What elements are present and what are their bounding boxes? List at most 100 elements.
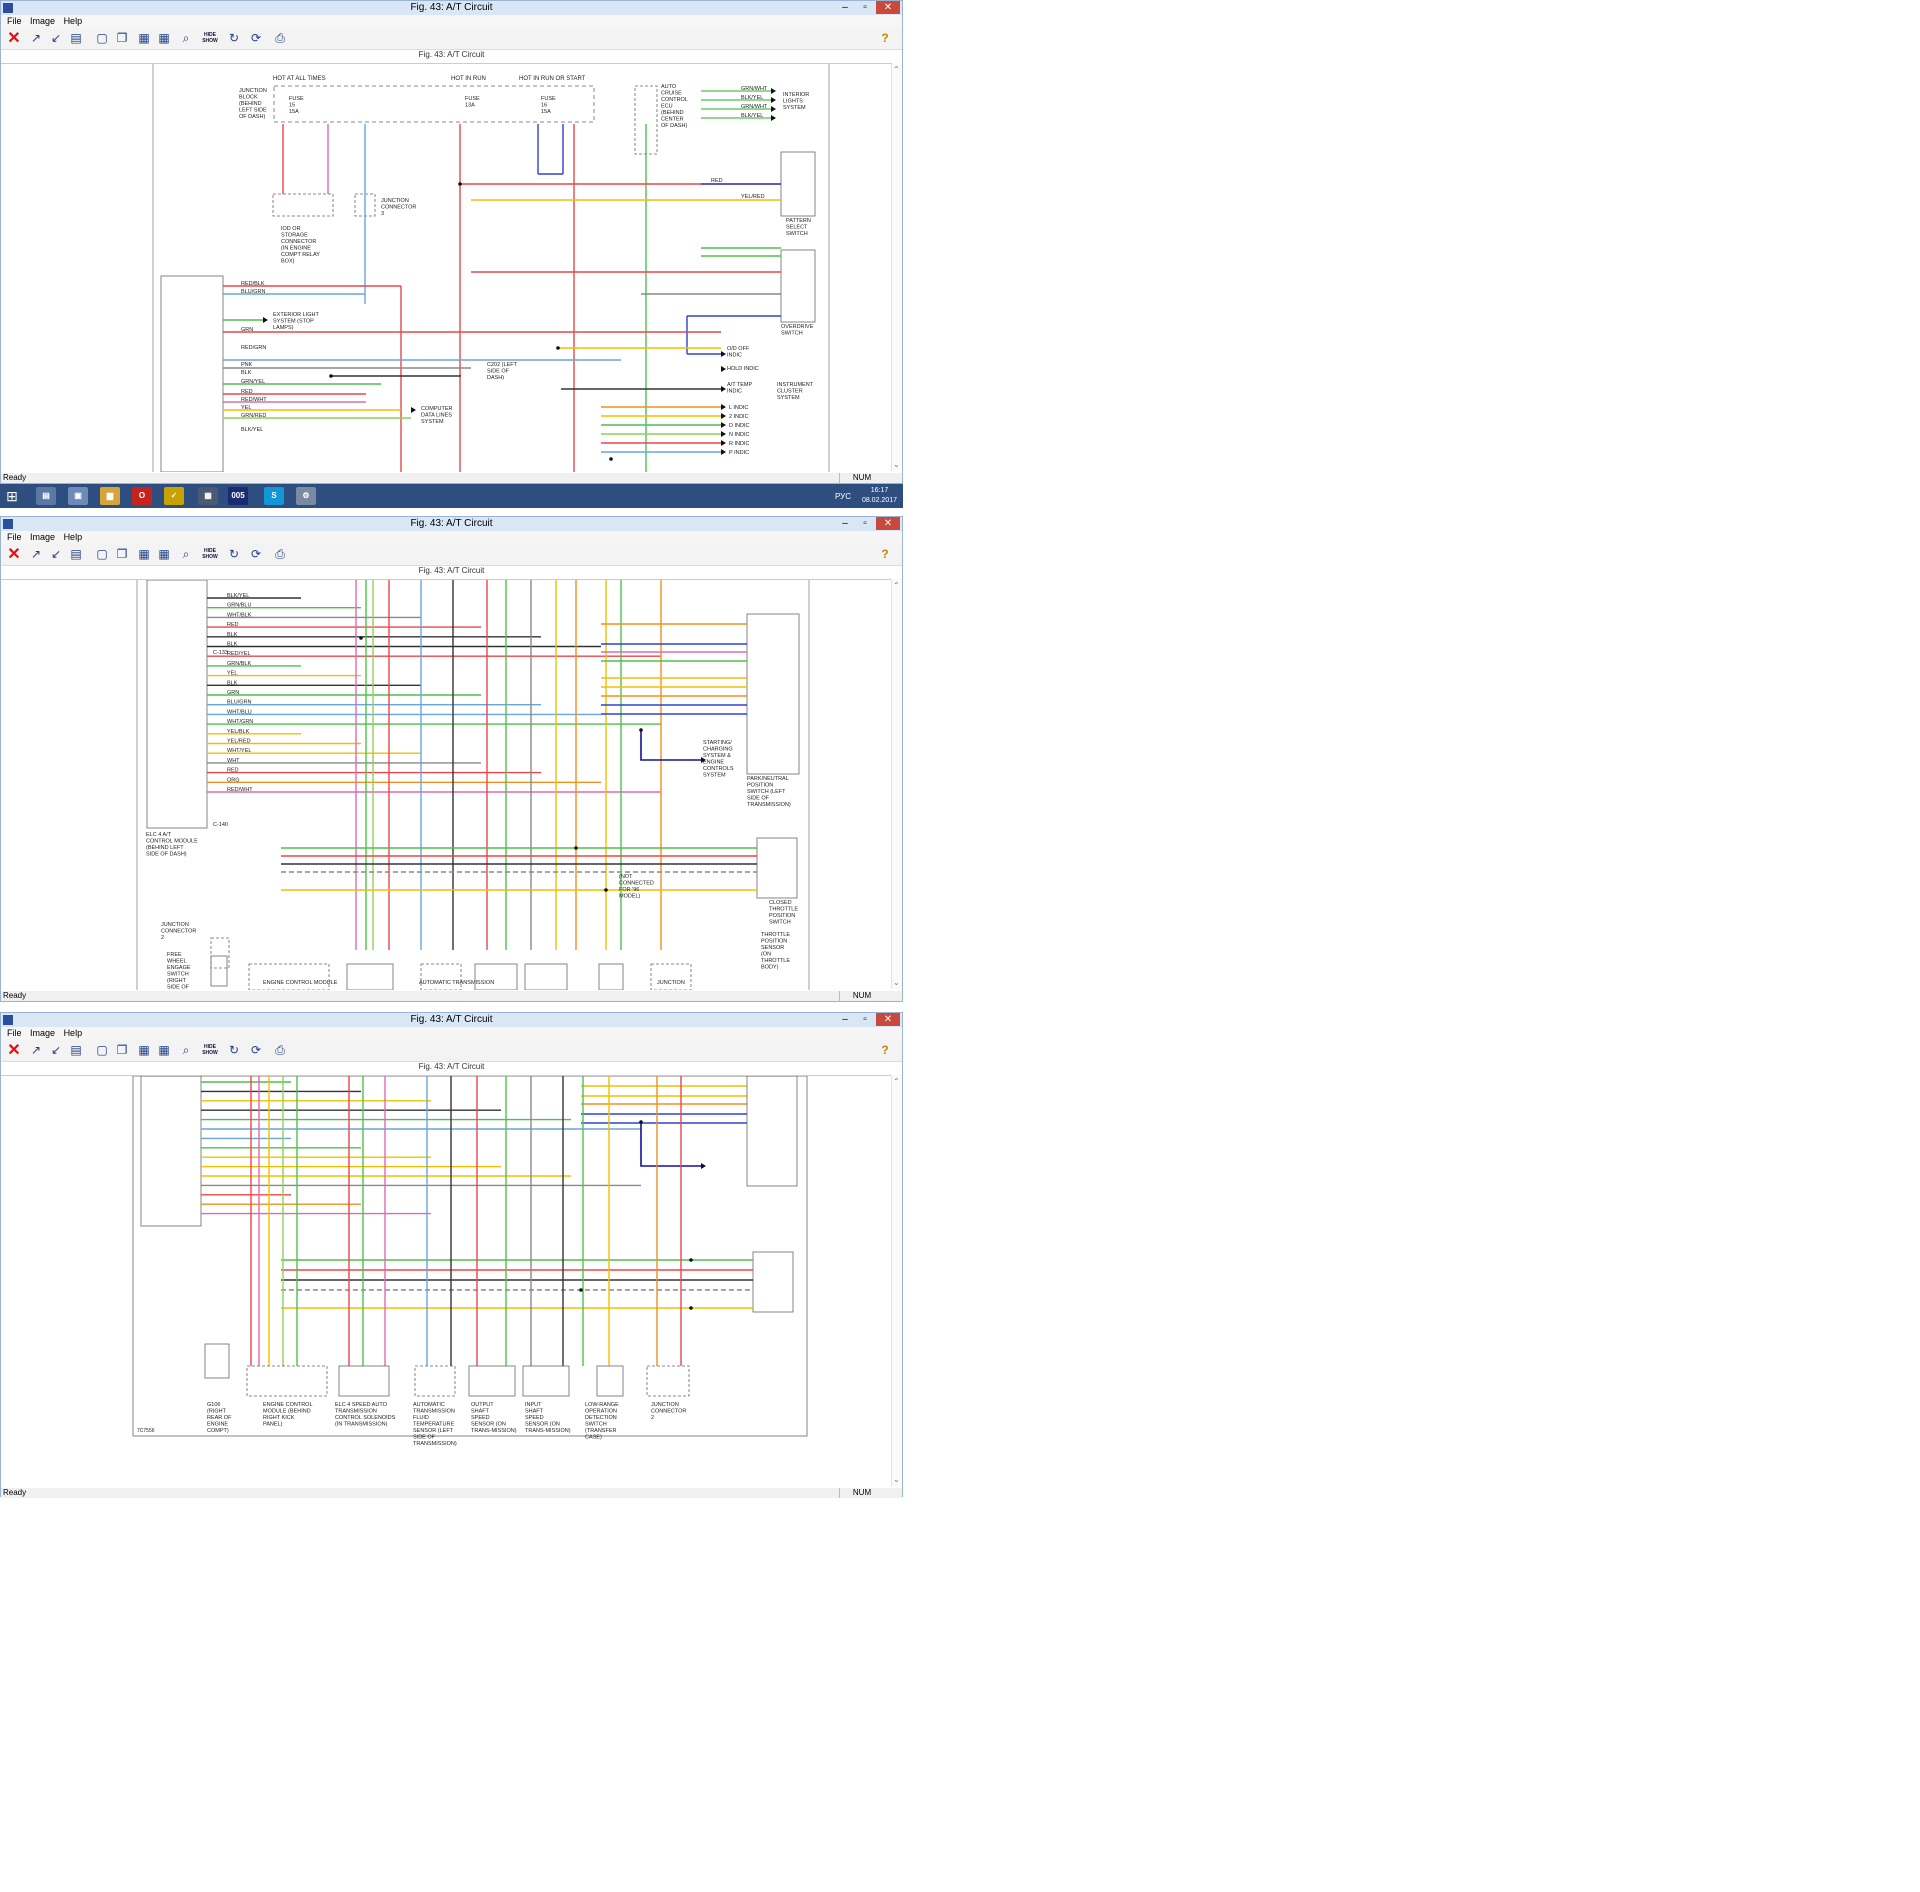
minimize-icon[interactable]: – [836, 1, 854, 14]
copy-icon[interactable]: ❐ [113, 545, 131, 563]
zoom-out-icon[interactable]: ↙ [47, 545, 65, 563]
zoom-in-icon[interactable]: ↗ [27, 29, 45, 47]
elc-control-module [140, 1075, 202, 1227]
close-x-icon[interactable]: ✕ [5, 29, 23, 47]
title-bar[interactable]: Fig. 43: A/T Circuit – ▫ ✕ [1, 1013, 902, 1027]
vertical-scrollbar[interactable]: ⌃ ⌄ [891, 579, 902, 989]
app-icon-6[interactable]: ▦ [198, 487, 218, 505]
menu-image[interactable]: Image [30, 15, 55, 27]
page-icon[interactable]: ▢ [93, 545, 111, 563]
close-icon[interactable]: ✕ [876, 517, 900, 530]
arrow-icon [721, 422, 726, 428]
find-icon[interactable]: ⌕ [177, 1041, 195, 1059]
vertical-scrollbar[interactable]: ⌃ ⌄ [891, 1075, 902, 1486]
help-icon[interactable]: ? [876, 545, 894, 563]
label-park-neutral: PARK/NEUTRAL POSITION SWITCH (LEFT SIDE OF T… [747, 776, 791, 808]
free-wheel-switch [204, 1343, 230, 1379]
tray-language[interactable]: РУС [835, 492, 851, 501]
menu-help[interactable]: Help [64, 15, 83, 27]
close-icon[interactable]: ✕ [876, 1013, 900, 1026]
label-junction: JUNCTION [657, 980, 685, 986]
zoom-out-icon[interactable]: ↙ [47, 29, 65, 47]
menu-image[interactable]: Image [30, 531, 55, 543]
print-preview-icon[interactable]: ▦ [135, 1041, 153, 1059]
close-icon[interactable]: ✕ [876, 1, 900, 14]
app-icon-2[interactable]: ▣ [68, 487, 88, 505]
label-input-shaft: INPUT SHAFT SPEED SENSOR (ON TRANS-MISSION) [525, 1402, 571, 1434]
app-icon-9[interactable]: ⚙ [296, 487, 316, 505]
arrow-icon [721, 366, 726, 372]
splice-dot [689, 1306, 693, 1310]
page-icon[interactable]: ▢ [93, 29, 111, 47]
print-icon[interactable]: ▦ [155, 545, 173, 563]
help-icon[interactable]: ? [876, 29, 894, 47]
fit-page-icon[interactable]: ▤ [67, 29, 85, 47]
find-icon[interactable]: ⌕ [177, 545, 195, 563]
engine-control-module [248, 963, 330, 991]
print-icon[interactable]: ▦ [155, 29, 173, 47]
menu-image[interactable]: Image [30, 1027, 55, 1039]
title-bar[interactable]: Fig. 43: A/T Circuit – ▫ ✕ [1, 517, 902, 531]
refresh-icon[interactable]: ⟳ [247, 1041, 265, 1059]
diagram-canvas-top[interactable]: HOT AT ALL TIMES HOT IN RUN HOT IN RUN OR … [1, 63, 902, 473]
skype-icon[interactable]: S [264, 487, 284, 505]
hide-show-icon[interactable]: HIDE SHOW [201, 1041, 219, 1059]
fit-page-icon[interactable]: ▤ [67, 545, 85, 563]
splice-dot [579, 1288, 583, 1292]
minimize-icon[interactable]: – [836, 1013, 854, 1026]
close-x-icon[interactable]: ✕ [5, 545, 23, 563]
print-preview-icon[interactable]: ▦ [135, 29, 153, 47]
splice-dot [359, 636, 363, 640]
viewer-window-1: Fig. 43: A/T Circuit – ▫ ✕ File Image He… [0, 0, 903, 484]
maximize-icon[interactable]: ▫ [856, 517, 874, 530]
menu-help[interactable]: Help [64, 531, 83, 543]
zoom-in-icon[interactable]: ↗ [27, 545, 45, 563]
opera-icon[interactable]: O [132, 487, 152, 505]
hide-show-icon[interactable]: HIDE SHOW [201, 29, 219, 47]
close-x-icon[interactable]: ✕ [5, 1041, 23, 1059]
checkmark-app-icon[interactable]: ✓ [164, 487, 184, 505]
help-icon[interactable]: ? [876, 1041, 894, 1059]
arrow-icon [411, 407, 416, 413]
copy-icon[interactable]: ❐ [113, 29, 131, 47]
print-preview-icon[interactable]: ▦ [135, 545, 153, 563]
menu-file[interactable]: File [7, 1027, 22, 1039]
fit-page-icon[interactable]: ▤ [67, 1041, 85, 1059]
elc-control-module [146, 579, 208, 829]
rotate-icon[interactable]: ↻ [225, 545, 243, 563]
maximize-icon[interactable]: ▫ [856, 1, 874, 14]
wire [640, 730, 701, 761]
folder-icon[interactable]: ▆ [100, 487, 120, 505]
menu-file[interactable]: File [7, 531, 22, 543]
menu-file[interactable]: File [7, 15, 22, 27]
title-bar[interactable]: Fig. 43: A/T Circuit – ▫ ✕ [1, 1, 902, 15]
printer-icon[interactable]: ⎙ [271, 545, 289, 563]
copy-icon[interactable]: ❐ [113, 1041, 131, 1059]
vertical-scrollbar[interactable]: ⌃ ⌄ [891, 63, 902, 471]
rotate-icon[interactable]: ↻ [225, 29, 243, 47]
zoom-out-icon[interactable]: ↙ [47, 1041, 65, 1059]
printer-icon[interactable]: ⎙ [271, 1041, 289, 1059]
input-shaft-sensor [524, 963, 568, 991]
diagram-canvas-middle[interactable]: ELC 4 A/T CONTROL MODULE (BEHIND LEFT SIDE … [1, 579, 902, 1004]
minimize-icon[interactable]: – [836, 517, 854, 530]
refresh-icon[interactable]: ⟳ [247, 545, 265, 563]
printer-icon[interactable]: ⎙ [271, 29, 289, 47]
os-taskbar: ⊞ ▤ ▣ ▆ O ✓ ▦ 005 S ⚙ РУС 16:17 08.02.20… [0, 484, 903, 508]
page-icon[interactable]: ▢ [93, 1041, 111, 1059]
print-icon[interactable]: ▦ [155, 1041, 173, 1059]
hide-show-icon[interactable]: HIDE SHOW [201, 545, 219, 563]
arrow-icon [771, 106, 776, 112]
tray-clock[interactable]: 16:17 08.02.2017 [862, 486, 897, 506]
rotate-icon[interactable]: ↻ [225, 1041, 243, 1059]
app-005-icon[interactable]: 005 [228, 487, 248, 505]
refresh-icon[interactable]: ⟳ [247, 29, 265, 47]
find-icon[interactable]: ⌕ [177, 29, 195, 47]
explorer-icon[interactable]: ▤ [36, 487, 56, 505]
zoom-in-icon[interactable]: ↗ [27, 1041, 45, 1059]
start-button-icon[interactable]: ⊞ [4, 488, 20, 504]
diagram-canvas-bottom[interactable]: ENGINE CONTROL MODULE (BEHIND RIGHT KICK PA… [1, 1075, 902, 1487]
menu-bar: File Image Help [1, 15, 902, 27]
menu-help[interactable]: Help [64, 1027, 83, 1039]
maximize-icon[interactable]: ▫ [856, 1013, 874, 1026]
